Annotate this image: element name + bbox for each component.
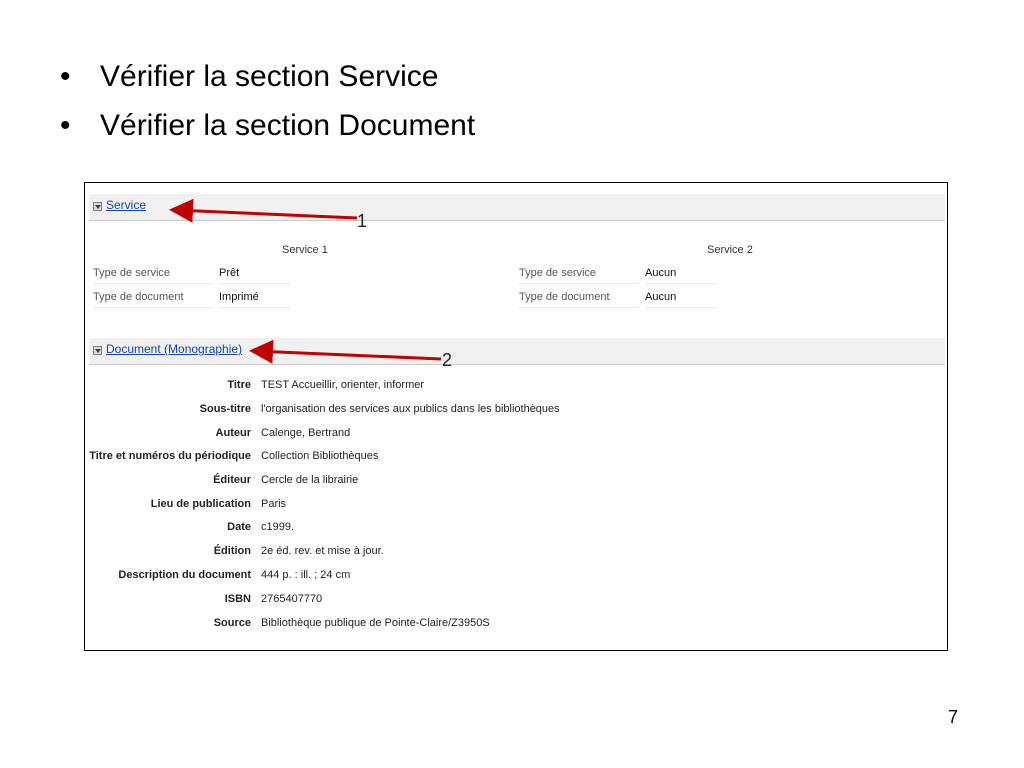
bullet-dot: • — [60, 109, 71, 142]
arrow-1-icon — [169, 198, 358, 223]
bullet-item: • Vérifier la section Service — [60, 52, 475, 101]
bullet-dot: • — [60, 60, 71, 93]
bullet-item: • Vérifier la section Document — [60, 101, 475, 150]
annotation-arrows — [169, 198, 442, 364]
bullet-list: • Vérifier la section Service • Vérifier l… — [60, 52, 475, 150]
bullet-text: Vérifier la section Service — [100, 60, 439, 93]
arrow-2-icon — [249, 339, 442, 364]
record-screenshot-panel: Service Service 1 Type de service Prêt T… — [84, 182, 948, 651]
bullet-text: Vérifier la section Document — [100, 109, 476, 142]
arrow-2-label: 2 — [442, 350, 453, 370]
arrow-1-label: 1 — [357, 211, 368, 231]
page-number: 7 — [948, 707, 959, 727]
